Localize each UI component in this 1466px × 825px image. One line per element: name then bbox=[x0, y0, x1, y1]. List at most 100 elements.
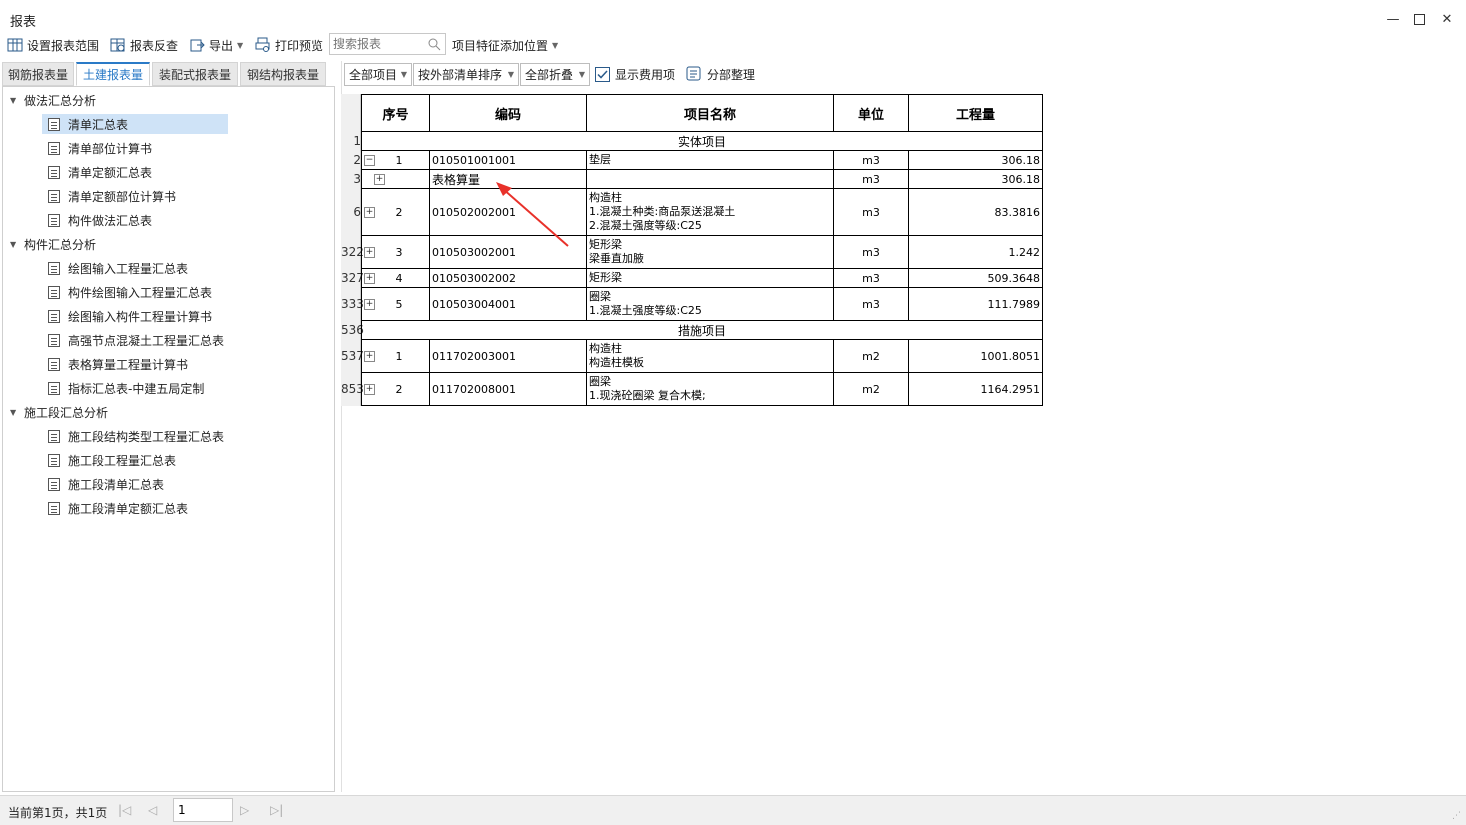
table-row[interactable]: −1 010501001001 垫层 m3 306.18 bbox=[361, 150, 1043, 170]
qty-cell: 83.3816 bbox=[908, 188, 1043, 236]
sort-dropdown[interactable]: 按外部清单排序 ▼ bbox=[413, 63, 519, 86]
export-icon bbox=[189, 37, 205, 53]
report-doc-icon bbox=[48, 285, 60, 299]
tree-item-label: 指标汇总表-中建五局定制 bbox=[68, 381, 205, 396]
tree-item[interactable]: 清单定额汇总表 bbox=[42, 162, 156, 182]
tab-prefab[interactable]: 装配式报表量 bbox=[152, 62, 238, 86]
tree-item[interactable]: 构件做法汇总表 bbox=[42, 210, 156, 230]
page-number-field[interactable] bbox=[173, 798, 233, 822]
expand-icon[interactable]: + bbox=[364, 299, 375, 310]
reverse-check-button[interactable]: 报表反查 bbox=[110, 34, 178, 56]
expand-icon[interactable]: + bbox=[364, 247, 375, 258]
search-box[interactable] bbox=[329, 33, 446, 55]
collapse-dropdown[interactable]: 全部折叠 ▼ bbox=[520, 63, 590, 86]
maximize-icon[interactable] bbox=[1409, 9, 1429, 29]
tree-item-label: 施工段清单汇总表 bbox=[68, 477, 165, 492]
search-input[interactable] bbox=[330, 34, 424, 54]
tree-item[interactable]: 施工段清单定额汇总表 bbox=[42, 498, 192, 518]
tree-item[interactable]: 清单部位计算书 bbox=[42, 138, 156, 158]
tree-item[interactable]: 高强节点混凝土工程量汇总表 bbox=[42, 330, 228, 350]
table-row[interactable]: + 表格算量 m3 306.18 bbox=[361, 169, 1043, 189]
expand-icon[interactable]: + bbox=[364, 273, 375, 284]
tree-item[interactable]: 施工段结构类型工程量汇总表 bbox=[42, 426, 228, 446]
report-doc-icon bbox=[48, 357, 60, 371]
tree-item[interactable]: 施工段清单汇总表 bbox=[42, 474, 168, 494]
all-items-dropdown[interactable]: 全部项目 ▼ bbox=[344, 63, 412, 86]
minimize-icon[interactable]: — bbox=[1383, 9, 1403, 29]
collapse-icon[interactable]: − bbox=[364, 155, 375, 166]
seq-cell: +3 bbox=[361, 235, 430, 269]
expand-triangle-icon[interactable]: ▼ bbox=[10, 408, 24, 417]
report-doc-icon bbox=[48, 453, 60, 467]
unit-cell: m3 bbox=[833, 287, 909, 321]
expand-icon[interactable]: + bbox=[374, 174, 385, 185]
name-cell bbox=[586, 169, 834, 189]
show-fee-checkbox[interactable]: 显示费用项 bbox=[595, 61, 675, 87]
tree-group-stage[interactable]: ▼ 施工段汇总分析 bbox=[10, 402, 108, 422]
expand-icon[interactable]: + bbox=[364, 207, 375, 218]
first-page-icon[interactable]: |◁ bbox=[118, 803, 131, 817]
main-toolbar: 设置报表范围 报表反查 导出 ▼ 打印预览 项目特征添加位置 ▼ bbox=[0, 32, 1466, 58]
code-cell: 010502002001 bbox=[429, 188, 587, 236]
export-button[interactable]: 导出 ▼ bbox=[189, 34, 243, 56]
tab-steel[interactable]: 钢结构报表量 bbox=[240, 62, 326, 86]
tree-item[interactable]: 绘图输入工程量汇总表 bbox=[42, 258, 192, 278]
col-header-qty: 工程量 bbox=[908, 94, 1043, 132]
tree-group-label: 构件汇总分析 bbox=[24, 237, 97, 252]
feature-position-dropdown[interactable]: 项目特征添加位置 ▼ bbox=[452, 34, 558, 56]
next-page-icon[interactable]: ▷ bbox=[240, 803, 249, 817]
page-number-input[interactable] bbox=[174, 799, 230, 821]
tree-item[interactable]: 施工段工程量汇总表 bbox=[42, 450, 180, 470]
chevron-down-icon: ▼ bbox=[400, 70, 407, 79]
search-icon[interactable] bbox=[427, 37, 441, 51]
table-row[interactable]: +3 010503002001 矩形梁 梁垂直加腋 m3 1.242 bbox=[361, 235, 1043, 269]
expand-triangle-icon[interactable]: ▼ bbox=[10, 96, 24, 105]
tree-item-label: 施工段清单定额汇总表 bbox=[68, 501, 189, 516]
tree-group-method[interactable]: ▼ 做法汇总分析 bbox=[10, 90, 96, 110]
tree-item[interactable]: 清单定额部位计算书 bbox=[42, 186, 180, 206]
set-range-button[interactable]: 设置报表范围 bbox=[7, 34, 99, 56]
section-sort-button[interactable]: 分部整理 bbox=[686, 61, 755, 87]
close-icon[interactable]: ✕ bbox=[1437, 9, 1457, 29]
tree-group-component[interactable]: ▼ 构件汇总分析 bbox=[10, 234, 96, 254]
dropdown-label: 全部项目 bbox=[349, 68, 398, 82]
tree-item[interactable]: 构件绘图输入工程量汇总表 bbox=[42, 282, 216, 302]
row-number: 333 bbox=[341, 297, 364, 311]
resize-grip-icon[interactable]: ⋰ bbox=[1452, 811, 1462, 821]
tree-item[interactable]: 指标汇总表-中建五局定制 bbox=[42, 378, 208, 398]
tab-civil[interactable]: 土建报表量 bbox=[76, 62, 150, 86]
table-row[interactable]: +2 011702008001 圈梁 1.现浇砼圈梁 复合木模; m2 1164… bbox=[361, 372, 1043, 406]
unit-cell: m3 bbox=[833, 169, 909, 189]
tab-rebar[interactable]: 钢筋报表量 bbox=[2, 62, 74, 86]
expand-triangle-icon[interactable]: ▼ bbox=[10, 240, 24, 249]
checkbox-icon[interactable] bbox=[595, 66, 610, 82]
table-search-icon bbox=[110, 37, 126, 53]
code-cell: 010503002001 bbox=[429, 235, 587, 269]
report-doc-icon bbox=[48, 261, 60, 275]
tree-item-list-summary[interactable]: 清单汇总表 bbox=[42, 114, 228, 134]
expand-icon[interactable]: + bbox=[364, 351, 375, 362]
tree-item-label: 高强节点混凝土工程量汇总表 bbox=[68, 333, 225, 348]
report-doc-icon bbox=[48, 381, 60, 395]
name-cell: 构造柱 1.混凝土种类:商品泵送混凝土 2.混凝土强度等级:C25 bbox=[586, 188, 834, 236]
table-row[interactable]: +5 010503004001 圈梁 1.混凝土强度等级:C25 m3 111.… bbox=[361, 287, 1043, 321]
table-row[interactable]: +4 010503002002 矩形梁 m3 509.3648 bbox=[361, 268, 1043, 288]
report-doc-icon bbox=[48, 477, 60, 491]
tree-item[interactable]: 绘图输入构件工程量计算书 bbox=[42, 306, 216, 326]
tree-item-label: 构件绘图输入工程量汇总表 bbox=[68, 285, 213, 300]
code-cell: 010503002002 bbox=[429, 268, 587, 288]
chevron-down-icon: ▼ bbox=[507, 70, 514, 79]
name-cell: 圈梁 1.混凝土强度等级:C25 bbox=[586, 287, 834, 321]
dropdown-label: 按外部清单排序 bbox=[418, 68, 503, 82]
grid-settings-icon bbox=[7, 37, 23, 53]
expand-icon[interactable]: + bbox=[364, 384, 375, 395]
row-number: 853 bbox=[341, 382, 364, 396]
table-row[interactable]: +2 010502002001 构造柱 1.混凝土种类:商品泵送混凝土 2.混凝… bbox=[361, 188, 1043, 236]
print-preview-button[interactable]: 打印预览 bbox=[255, 34, 323, 56]
seq-cell: +4 bbox=[361, 268, 430, 288]
tree-item[interactable]: 表格算量工程量计算书 bbox=[42, 354, 192, 374]
prev-page-icon[interactable]: ◁ bbox=[148, 803, 157, 817]
table-row[interactable]: +1 011702003001 构造柱 构造柱模板 m2 1001.8051 bbox=[361, 339, 1043, 373]
last-page-icon[interactable]: ▷| bbox=[270, 803, 283, 817]
tree-item-label: 施工段工程量汇总表 bbox=[68, 453, 177, 468]
